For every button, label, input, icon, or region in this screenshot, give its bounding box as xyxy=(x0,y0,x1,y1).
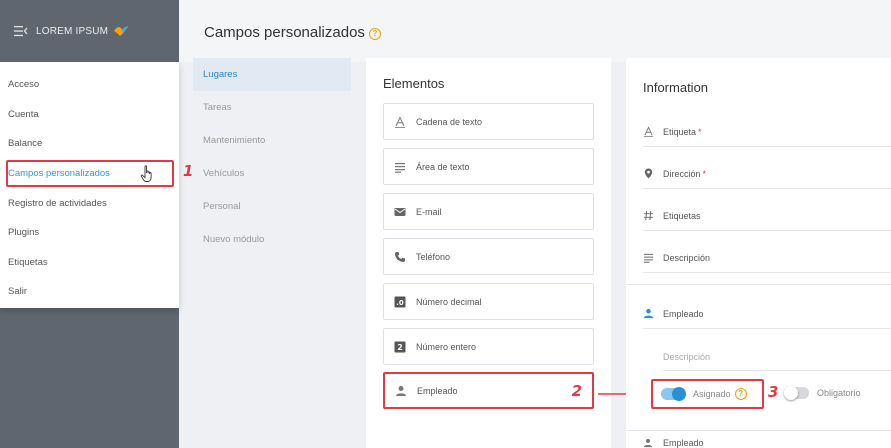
element-email[interactable]: E-mail xyxy=(383,193,594,230)
obligatorio-label: Obligatorio xyxy=(817,388,861,398)
menu-item-label: Etiquetas xyxy=(8,256,48,268)
menu-item-registro-de-actividades[interactable]: Registro de actividades xyxy=(0,188,179,218)
menu-item-label: Registro de actividades xyxy=(8,197,107,209)
annotation-number-2: 2 xyxy=(571,382,582,400)
text-area-icon xyxy=(395,162,405,173)
help-icon[interactable]: ? xyxy=(368,28,381,40)
text-string-icon xyxy=(643,126,654,137)
element-label: Número decimal xyxy=(416,296,482,307)
element-label: Teléfono xyxy=(416,251,451,262)
phone-icon xyxy=(395,251,405,262)
required-marker: * xyxy=(698,126,702,137)
module-nav-item-tareas[interactable]: Tareas xyxy=(193,91,351,124)
element-empleado[interactable]: Empleado 2 xyxy=(383,372,594,409)
module-nav-item-vehiculos[interactable]: Vehículos xyxy=(193,157,351,190)
integer-number-icon: 2 xyxy=(394,341,406,352)
field-label: Descripción xyxy=(663,252,711,263)
field-label: Dirección xyxy=(663,168,701,179)
element-label: Área de texto xyxy=(416,161,470,172)
element-label: Cadena de texto xyxy=(416,116,483,127)
module-nav-item-lugares[interactable]: Lugares xyxy=(193,58,351,91)
menu-item-label: Acceso xyxy=(8,79,40,91)
svg-text:2: 2 xyxy=(397,343,403,352)
description-input[interactable]: Descripción xyxy=(663,352,710,362)
person-icon xyxy=(396,385,406,396)
menu-item-label: Plugins xyxy=(8,227,40,239)
element-integer-number[interactable]: 2 Número entero xyxy=(383,328,594,365)
bird-logo-icon xyxy=(114,26,129,36)
help-icon[interactable]: ? xyxy=(734,388,747,400)
page-header: Campos personalizados? xyxy=(179,0,891,62)
switch-knob xyxy=(672,387,686,401)
description-underline xyxy=(663,370,891,371)
person-icon xyxy=(643,438,653,448)
asignado-switch[interactable] xyxy=(661,387,686,401)
location-pin-icon xyxy=(644,168,653,179)
element-phone[interactable]: Teléfono xyxy=(383,238,594,275)
settings-menu: Acceso Cuenta Balance Campos personaliza… xyxy=(0,62,179,308)
annotation-number-3: 3 xyxy=(768,383,779,401)
menu-item-balance[interactable]: Balance xyxy=(0,129,179,159)
menu-item-salir[interactable]: Salir xyxy=(0,277,179,307)
menu-item-plugins[interactable]: Plugins xyxy=(0,218,179,248)
field-descripcion[interactable]: Descripción xyxy=(643,243,891,273)
menu-item-label: Balance xyxy=(8,138,43,150)
annotation-number-1: 1 xyxy=(183,162,194,180)
information-panel-title: Information xyxy=(643,80,709,95)
field-etiquetas[interactable]: Etiquetas xyxy=(643,201,891,231)
asignado-label: Asignado xyxy=(693,389,731,399)
decimal-number-icon: .0 xyxy=(394,296,406,307)
hand-cursor-icon xyxy=(140,165,152,182)
email-icon xyxy=(394,207,406,216)
person-icon xyxy=(643,308,654,319)
menu-item-acceso[interactable]: Acceso xyxy=(0,70,179,100)
brand: LOREM IPSUM xyxy=(0,0,179,62)
svg-text:.0: .0 xyxy=(396,299,404,307)
field-label: Empleado xyxy=(663,308,704,319)
page-title: Campos personalizados? xyxy=(204,24,381,41)
module-nav-item-mantenimiento[interactable]: Mantenimiento xyxy=(193,124,351,157)
section-divider xyxy=(626,430,891,431)
module-nav-item-nuevo-modulo[interactable]: Nuevo módulo xyxy=(193,223,351,256)
menu-item-label: Campos personalizados xyxy=(8,168,110,180)
element-text-string[interactable]: Cadena de texto xyxy=(383,103,594,140)
toggle-obligatorio[interactable]: Obligatorio xyxy=(784,386,861,400)
element-decimal-number[interactable]: .0 Número decimal xyxy=(383,283,594,320)
menu-item-label: Salir xyxy=(8,286,28,298)
element-label: Empleado xyxy=(417,385,458,396)
module-nav-item-personal[interactable]: Personal xyxy=(193,190,351,223)
switch-knob xyxy=(784,386,798,400)
field-etiqueta[interactable]: Etiqueta * xyxy=(643,117,891,147)
hashtag-icon xyxy=(643,210,654,221)
field-label: Etiqueta xyxy=(663,126,697,137)
field-label: Empleado xyxy=(663,438,704,448)
page-title-text: Campos personalizados xyxy=(204,24,365,41)
menu-item-campos-personalizados[interactable]: Campos personalizados xyxy=(0,159,179,189)
elements-panel: Elementos Cadena de texto Área de texto … xyxy=(366,58,611,448)
element-label: Número entero xyxy=(416,341,477,352)
field-empleado-partial[interactable]: Empleado xyxy=(643,438,704,448)
field-direccion[interactable]: Dirección * xyxy=(643,159,891,189)
text-string-icon xyxy=(395,115,405,128)
element-text-area[interactable]: Área de texto xyxy=(383,148,594,185)
text-area-icon xyxy=(643,253,654,263)
menu-item-label: Cuenta xyxy=(8,108,39,120)
required-marker: * xyxy=(702,168,707,179)
menu-item-etiquetas[interactable]: Etiquetas xyxy=(0,248,179,278)
field-label: Etiquetas xyxy=(663,210,701,221)
brand-name: LOREM IPSUM xyxy=(36,25,109,37)
elements-panel-title: Elementos xyxy=(383,76,445,91)
section-divider xyxy=(626,284,891,285)
menu-item-cuenta[interactable]: Cuenta xyxy=(0,100,179,130)
menu-collapse-icon[interactable] xyxy=(14,25,28,37)
toggle-asignado[interactable]: Asignado ? xyxy=(651,379,764,409)
field-empleado[interactable]: Empleado xyxy=(643,299,891,329)
module-nav: Lugares Tareas Mantenimiento Vehículos P… xyxy=(193,58,351,256)
element-label: E-mail xyxy=(416,206,442,217)
obligatorio-switch[interactable] xyxy=(784,386,809,400)
